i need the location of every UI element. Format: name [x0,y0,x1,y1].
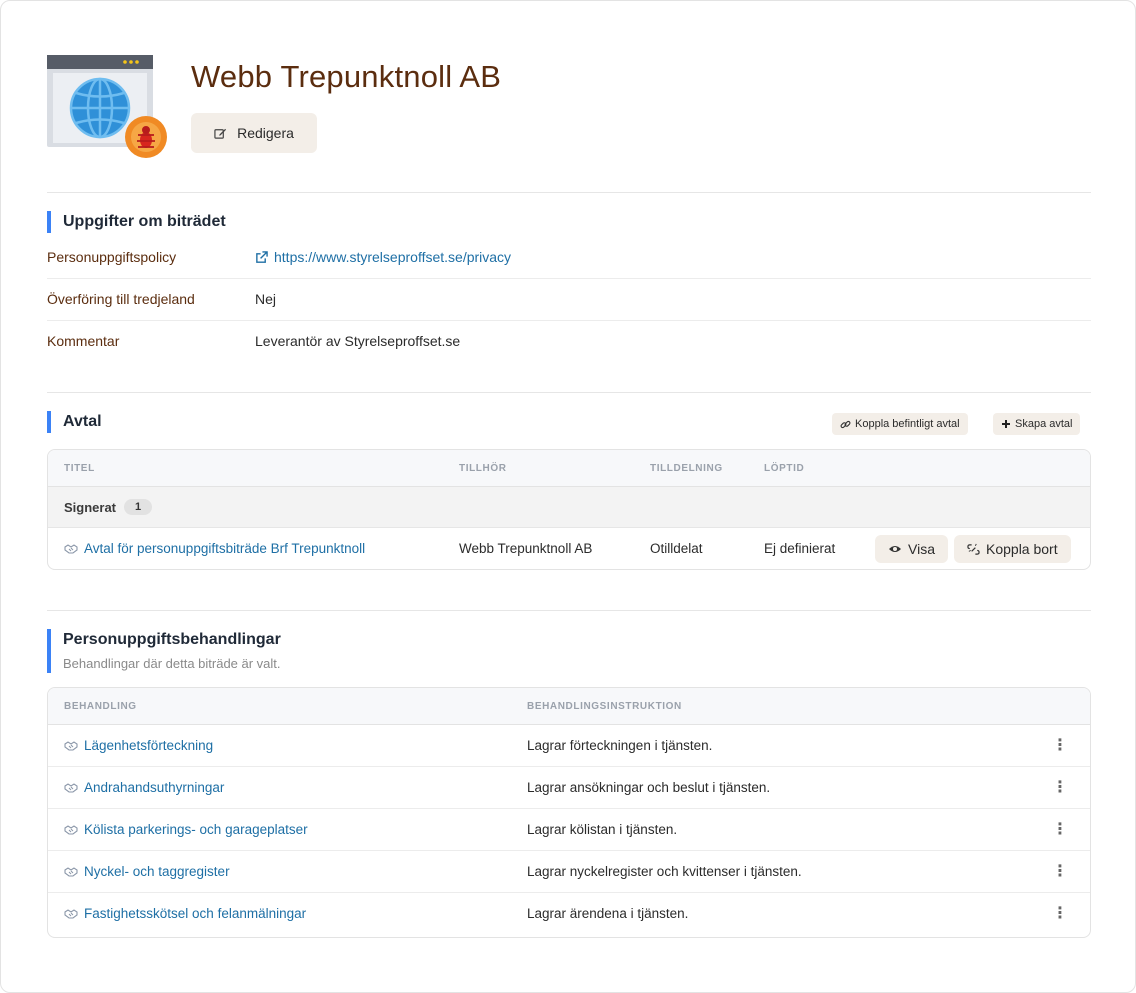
detail-value: Nej [255,291,277,307]
details-heading: Uppgifter om biträdet [47,211,226,233]
unlink-button-label: Koppla bort [986,541,1058,557]
create-agreement-label: Skapa avtal [1015,418,1073,430]
external-link-icon [255,250,268,264]
table-row: Nyckel- och taggregister Lagrar nyckelre… [48,851,1090,893]
processing-instruction: Lagrar nyckelregister och kvittenser i t… [527,864,802,879]
processing-link[interactable]: Kölista parkerings- och garageplatser [64,809,308,851]
handshake-icon [64,741,78,751]
page-title: Webb Trepunktnoll AB [191,59,502,94]
plus-icon [1001,419,1011,429]
kebab-menu-icon[interactable]: ⋮ [1052,767,1068,809]
processor-card: Webb Trepunktnoll AB Redigera Uppgifter … [0,0,1136,993]
handshake-icon [64,909,78,919]
column-header: TITEL [64,463,95,474]
create-agreement-button[interactable]: Skapa avtal [993,413,1081,435]
policy-link[interactable]: https://www.styrelseproffset.se/privacy [255,249,511,265]
detail-row-transfer: Överföring till tredjeland Nej [47,278,1091,320]
policy-link-text: https://www.styrelseproffset.se/privacy [274,249,512,265]
column-header: TILLDELNING [650,463,723,474]
table-row: Lägenhetsförteckning Lagrar förteckninge… [48,725,1090,767]
agreement-duration: Ej definierat [764,541,836,556]
divider [47,392,1091,393]
agreement-title-link[interactable]: Avtal för personuppgiftsbiträde Brf Trep… [64,528,366,569]
processing-instruction: Lagrar kölistan i tjänsten. [527,822,678,837]
kebab-menu-icon[interactable]: ⋮ [1052,725,1068,767]
group-label: Signerat [64,499,117,515]
count-badge: 1 [124,499,153,515]
browser-globe-bug-icon [47,55,167,158]
link-existing-agreement-button[interactable]: Koppla befintligt avtal [832,413,968,435]
processing-instruction: Lagrar ansökningar och beslut i tjänsten… [527,780,771,795]
unlink-button[interactable]: Koppla bort [954,535,1071,563]
column-header: BEHANDLING [64,701,137,712]
processing-name: Kölista parkerings- och garageplatser [84,822,308,837]
view-button[interactable]: Visa [875,535,948,563]
processing-instruction: Lagrar förteckningen i tjänsten. [527,738,713,753]
processing-subtitle: Behandlingar där detta biträde är valt. [63,656,281,671]
handshake-icon [64,544,78,554]
table-header: TITEL TILLHÖR TILLDELNING LÖPTID [48,450,1090,487]
handshake-icon [64,783,78,793]
handshake-icon [64,867,78,877]
detail-label: Personuppgiftspolicy [47,249,177,265]
detail-row-policy: Personuppgiftspolicy https://www.styrels… [47,236,1091,278]
processing-link[interactable]: Lägenhetsförteckning [64,725,213,767]
processing-instruction: Lagrar ärendena i tjänsten. [527,906,689,921]
edit-button-label: Redigera [237,125,294,141]
column-header: LÖPTID [764,463,805,474]
processing-name: Andrahandsuthyrningar [84,780,225,795]
processing-name: Fastighetsskötsel och felanmälningar [84,906,307,921]
processing-title: Personuppgiftsbehandlingar [63,631,281,648]
processing-link[interactable]: Fastighetsskötsel och felanmälningar [64,893,306,935]
handshake-icon [64,825,78,835]
processing-name: Nyckel- och taggregister [84,864,230,879]
detail-value: Leverantör av Styrelseproffset.se [255,333,461,349]
unlink-icon [967,543,980,556]
agreement-belongs-to: Webb Trepunktnoll AB [459,541,593,556]
table-row: Andrahandsuthyrningar Lagrar ansökningar… [48,767,1090,809]
link-icon [840,419,851,430]
detail-row-comment: Kommentar Leverantör av Styrelseproffset… [47,320,1091,362]
table-row: Kölista parkerings- och garageplatser La… [48,809,1090,851]
agreement-assignment: Otilldelat [650,541,703,556]
detail-label: Kommentar [47,333,120,349]
table-row: Avtal för personuppgiftsbiträde Brf Trep… [48,528,1090,569]
table-header: BEHANDLING BEHANDLINGSINSTRUKTION [48,688,1090,725]
view-button-label: Visa [908,541,935,557]
processing-link[interactable]: Andrahandsuthyrningar [64,767,224,809]
divider [47,610,1091,611]
eye-icon [888,544,902,554]
kebab-menu-icon[interactable]: ⋮ [1052,893,1068,935]
kebab-menu-icon[interactable]: ⋮ [1052,851,1068,893]
link-existing-agreement-label: Koppla befintligt avtal [855,418,960,430]
agreements-heading: Avtal [47,411,102,433]
kebab-menu-icon[interactable]: ⋮ [1052,809,1068,851]
column-header: TILLHÖR [459,463,507,474]
edit-button[interactable]: Redigera [191,113,317,153]
divider [47,192,1091,193]
processing-name: Lägenhetsförteckning [84,738,214,753]
table-row: Fastighetsskötsel och felanmälningar Lag… [48,893,1090,935]
detail-label: Överföring till tredjeland [47,291,195,307]
processing-table: BEHANDLING BEHANDLINGSINSTRUKTION Lägenh… [47,687,1091,938]
group-row-signed: Signerat 1 [48,487,1090,528]
agreement-title: Avtal för personuppgiftsbiträde Brf Trep… [84,541,366,556]
agreements-table: TITEL TILLHÖR TILLDELNING LÖPTID Signera… [47,449,1091,570]
column-header: BEHANDLINGSINSTRUKTION [527,701,682,712]
processing-link[interactable]: Nyckel- och taggregister [64,851,230,893]
edit-icon [214,127,227,140]
